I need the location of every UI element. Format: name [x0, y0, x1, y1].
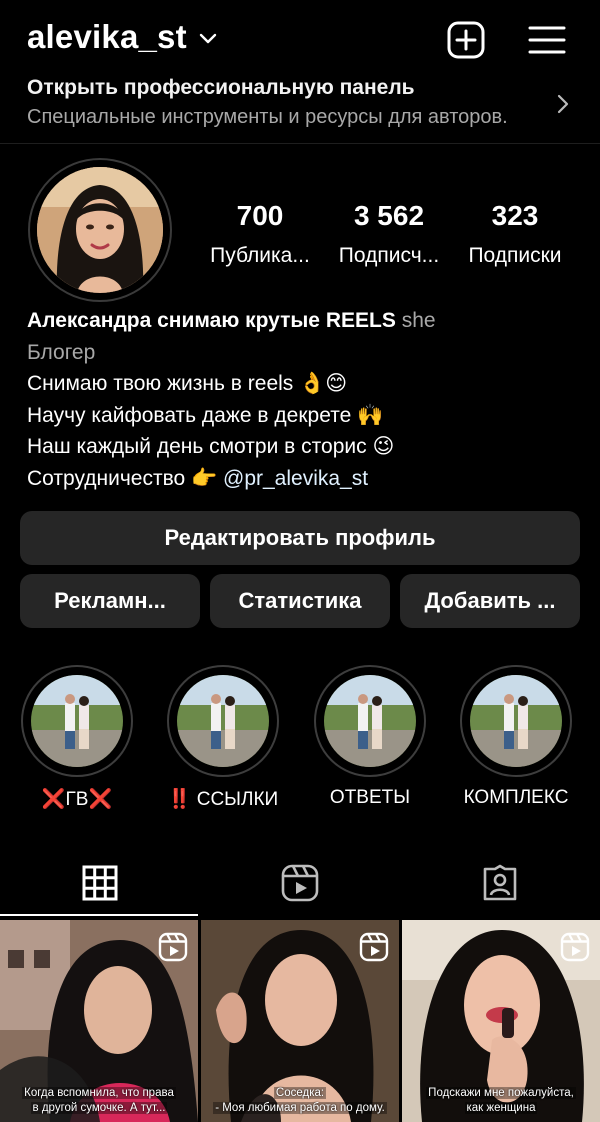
highlight-cover: [21, 665, 133, 777]
ad-tools-button[interactable]: Рекламн...: [20, 574, 200, 628]
post-caption: Подскажи мне пожалуйста, как женщина: [402, 1086, 600, 1116]
tagged-user-icon: [483, 864, 517, 901]
reel-badge-icon: [560, 932, 590, 962]
bio-line: Снимаю твою жизнь в reels 👌😊: [27, 368, 436, 400]
stat-value: 323: [491, 200, 539, 231]
bio-text: Научу кайфовать даже в декрете: [27, 403, 352, 427]
bio-name-line: Александра снимаю крутые REELS she: [27, 305, 436, 337]
menu-icon[interactable]: [527, 20, 567, 60]
highlight-label: КОМПЛЕКС: [463, 787, 569, 808]
caption-line: Подскажи мне пожалуйста,: [426, 1087, 576, 1099]
emoji: 😉: [372, 434, 395, 458]
emoji: 👉: [191, 465, 218, 490]
active-tab-indicator: [0, 914, 198, 916]
bio-text: Сотрудничество: [27, 466, 186, 490]
bio-line: Наш каждый день смотри в сторис 😉: [27, 431, 436, 463]
emoji: 🙌: [357, 402, 384, 427]
highlight-image: [324, 675, 416, 767]
display-name: Александра снимаю крутые REELS: [27, 309, 396, 332]
pro-panel-subtitle: Специальные инструменты и ресурсы для ав…: [27, 106, 508, 128]
highlight-image: [177, 675, 269, 767]
avatar-image: [37, 167, 163, 293]
emoji: 👌😊: [299, 371, 348, 395]
chevron-down-icon: [199, 33, 217, 44]
following-count[interactable]: 323 Подписки: [455, 200, 575, 268]
reel-badge-icon: [158, 932, 188, 962]
top-bar: alevika_st: [0, 0, 600, 80]
tab-reels[interactable]: [200, 848, 400, 918]
add-button[interactable]: Добавить ...: [400, 574, 580, 628]
pro-panel-title: Открыть профессиональную панель: [27, 78, 415, 99]
tab-tagged[interactable]: [400, 848, 600, 918]
post-caption: Соседка: - Моя любимая работа по дому.: [201, 1086, 399, 1116]
profile-avatar[interactable]: [28, 158, 172, 302]
story-highlight[interactable]: КОМПЛЕКС: [460, 665, 572, 808]
pronouns: she: [401, 309, 436, 332]
stat-label: Подписки: [468, 244, 562, 267]
highlight-image: [31, 675, 123, 767]
grid-icon: [82, 865, 118, 901]
story-highlight[interactable]: ОТВЕТЫ: [314, 665, 426, 808]
bio-line: Научу кайфовать даже в декрете 🙌: [27, 400, 436, 432]
account-switcher[interactable]: alevika_st: [27, 18, 217, 56]
edit-profile-button[interactable]: Редактировать профиль: [20, 511, 580, 565]
tab-grid[interactable]: [0, 848, 200, 918]
stat-label: Публика...: [210, 244, 310, 267]
reel-badge-icon: [359, 932, 389, 962]
stat-value: 3 562: [353, 200, 425, 231]
highlight-image: [470, 675, 562, 767]
posts-count[interactable]: 700 Публика...: [200, 200, 320, 268]
highlight-cover: [167, 665, 279, 777]
highlight-cover: [314, 665, 426, 777]
chevron-right-icon: [557, 94, 569, 114]
caption-line: Когда вспомнила, что права: [22, 1087, 176, 1099]
username: alevika_st: [27, 18, 187, 55]
highlight-cover: [460, 665, 572, 777]
stat-label: Подписч...: [338, 244, 440, 267]
category-label: Блогер: [27, 340, 96, 364]
caption-line: - Моя любимая работа по дому.: [213, 1102, 387, 1114]
professional-dashboard-banner[interactable]: Открыть профессиональную панель Специаль…: [0, 78, 600, 144]
profile-bio: Александра снимаю крутые REELS she Блоге…: [27, 305, 436, 494]
post-thumbnail[interactable]: Когда вспомнила, что права в другой сумо…: [0, 920, 198, 1122]
bio-text: Наш каждый день смотри в сторис: [27, 435, 367, 458]
mention-link[interactable]: @pr_alevika_st: [223, 467, 368, 490]
caption-line: в другой сумочке. А тут...: [30, 1102, 168, 1114]
caption-line: Соседка:: [273, 1087, 327, 1099]
reels-icon: [281, 864, 319, 902]
bio-text: Снимаю твою жизнь в reels: [27, 372, 294, 395]
post-caption: Когда вспомнила, что права в другой сумо…: [0, 1086, 198, 1116]
post-thumbnail[interactable]: Подскажи мне пожалуйста, как женщина: [402, 920, 600, 1122]
stat-value: 700: [236, 200, 284, 231]
followers-count[interactable]: 3 562 Подписч...: [330, 200, 448, 268]
bio-line: Сотрудничество 👉 @pr_alevika_st: [27, 463, 436, 495]
story-highlight[interactable]: ‼️ ССЫЛКИ: [167, 665, 279, 810]
caption-line: как женщина: [464, 1102, 538, 1114]
create-post-icon[interactable]: [446, 20, 486, 60]
insights-button[interactable]: Статистика: [210, 574, 390, 628]
post-thumbnail[interactable]: Соседка: - Моя любимая работа по дому.: [201, 920, 399, 1122]
story-highlight[interactable]: ❌ГВ❌: [21, 665, 133, 810]
